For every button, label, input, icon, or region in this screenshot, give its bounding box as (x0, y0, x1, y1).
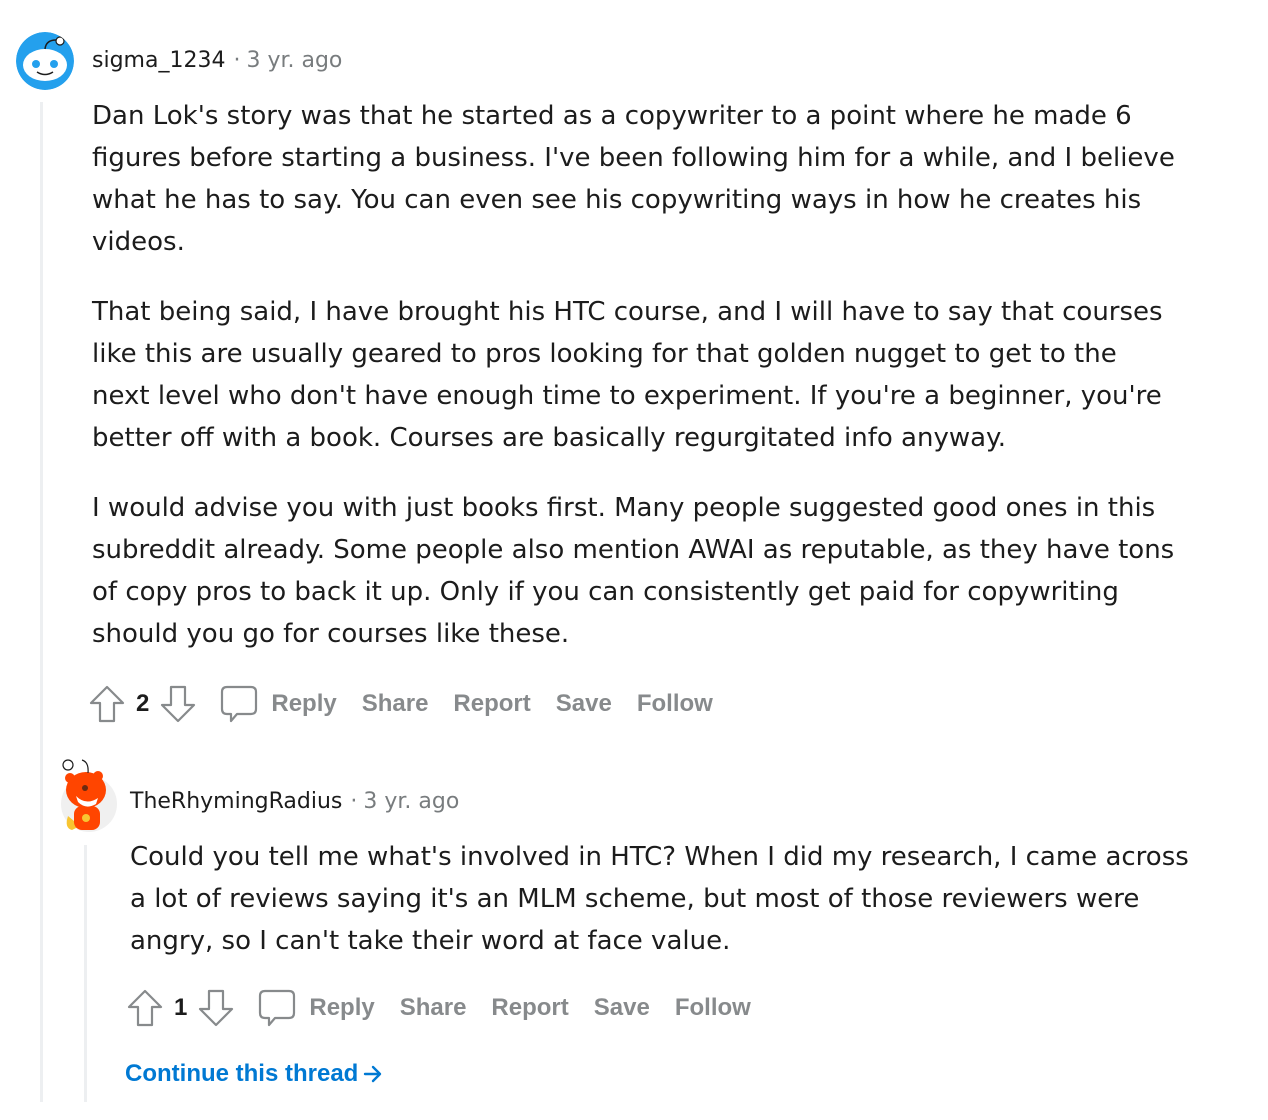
avatar[interactable] (16, 32, 74, 90)
continue-thread-link[interactable]: Continue this thread (125, 1060, 384, 1088)
share-button[interactable]: Share (362, 690, 429, 718)
report-button[interactable]: Report (453, 690, 530, 718)
continue-thread-label: Continue this thread (125, 1060, 359, 1087)
comment-bubble-icon (259, 989, 296, 1027)
comment-body: Could you tell me what's involved in HTC… (130, 836, 1190, 990)
report-button[interactable]: Report (491, 994, 568, 1022)
comment-action-bar: 2 Reply Share Report Save Follow (88, 684, 738, 724)
upvote-button[interactable] (126, 988, 164, 1028)
comment-body: Dan Lok's story was that he started as a… (92, 95, 1182, 683)
upvote-icon (89, 685, 125, 723)
avatar[interactable] (58, 756, 120, 832)
arrow-right-icon (364, 1065, 382, 1083)
share-button[interactable]: Share (400, 994, 467, 1022)
downvote-icon (199, 989, 234, 1027)
separator: · (350, 789, 358, 814)
snoo-blue-avatar-icon (16, 32, 74, 90)
save-button[interactable]: Save (594, 994, 650, 1022)
author-link[interactable]: sigma_1234 (92, 48, 225, 73)
downvote-icon (161, 685, 196, 723)
timestamp-link[interactable]: 3 yr. ago (363, 789, 459, 814)
follow-button[interactable]: Follow (675, 994, 751, 1022)
author-link[interactable]: TheRhymingRadius (130, 789, 342, 814)
upvote-icon (127, 989, 163, 1027)
save-button[interactable]: Save (556, 690, 612, 718)
downvote-button[interactable] (159, 684, 197, 724)
separator: · (233, 48, 241, 73)
reply-button[interactable]: Reply (271, 690, 336, 718)
thread-line-level-2[interactable] (84, 845, 87, 1102)
comment-paragraph: Dan Lok's story was that he started as a… (92, 101, 1175, 257)
comment-action-bar: 1 Reply Share Report Save Follow (126, 988, 776, 1028)
reply-button[interactable]: Reply (309, 994, 374, 1022)
comment-paragraph: I would advise you with just books first… (92, 493, 1175, 649)
reply-icon-button[interactable] (257, 988, 297, 1028)
downvote-button[interactable] (197, 988, 235, 1028)
timestamp-link[interactable]: 3 yr. ago (246, 48, 342, 73)
vote-count: 2 (136, 690, 150, 717)
reply-icon-button[interactable] (219, 684, 259, 724)
thread-line-level-1[interactable] (40, 102, 43, 1102)
comment-paragraph: That being said, I have brought his HTC … (92, 297, 1163, 453)
comment-paragraph: Could you tell me what's involved in HTC… (130, 842, 1189, 956)
follow-button[interactable]: Follow (637, 690, 713, 718)
comment-bubble-icon (221, 685, 258, 723)
comment-meta: TheRhymingRadius · 3 yr. ago (130, 789, 459, 814)
comment-meta: sigma_1234 · 3 yr. ago (92, 48, 342, 73)
snoo-orange-avatar-icon (61, 759, 117, 832)
upvote-button[interactable] (88, 684, 126, 724)
vote-count: 1 (174, 994, 188, 1021)
